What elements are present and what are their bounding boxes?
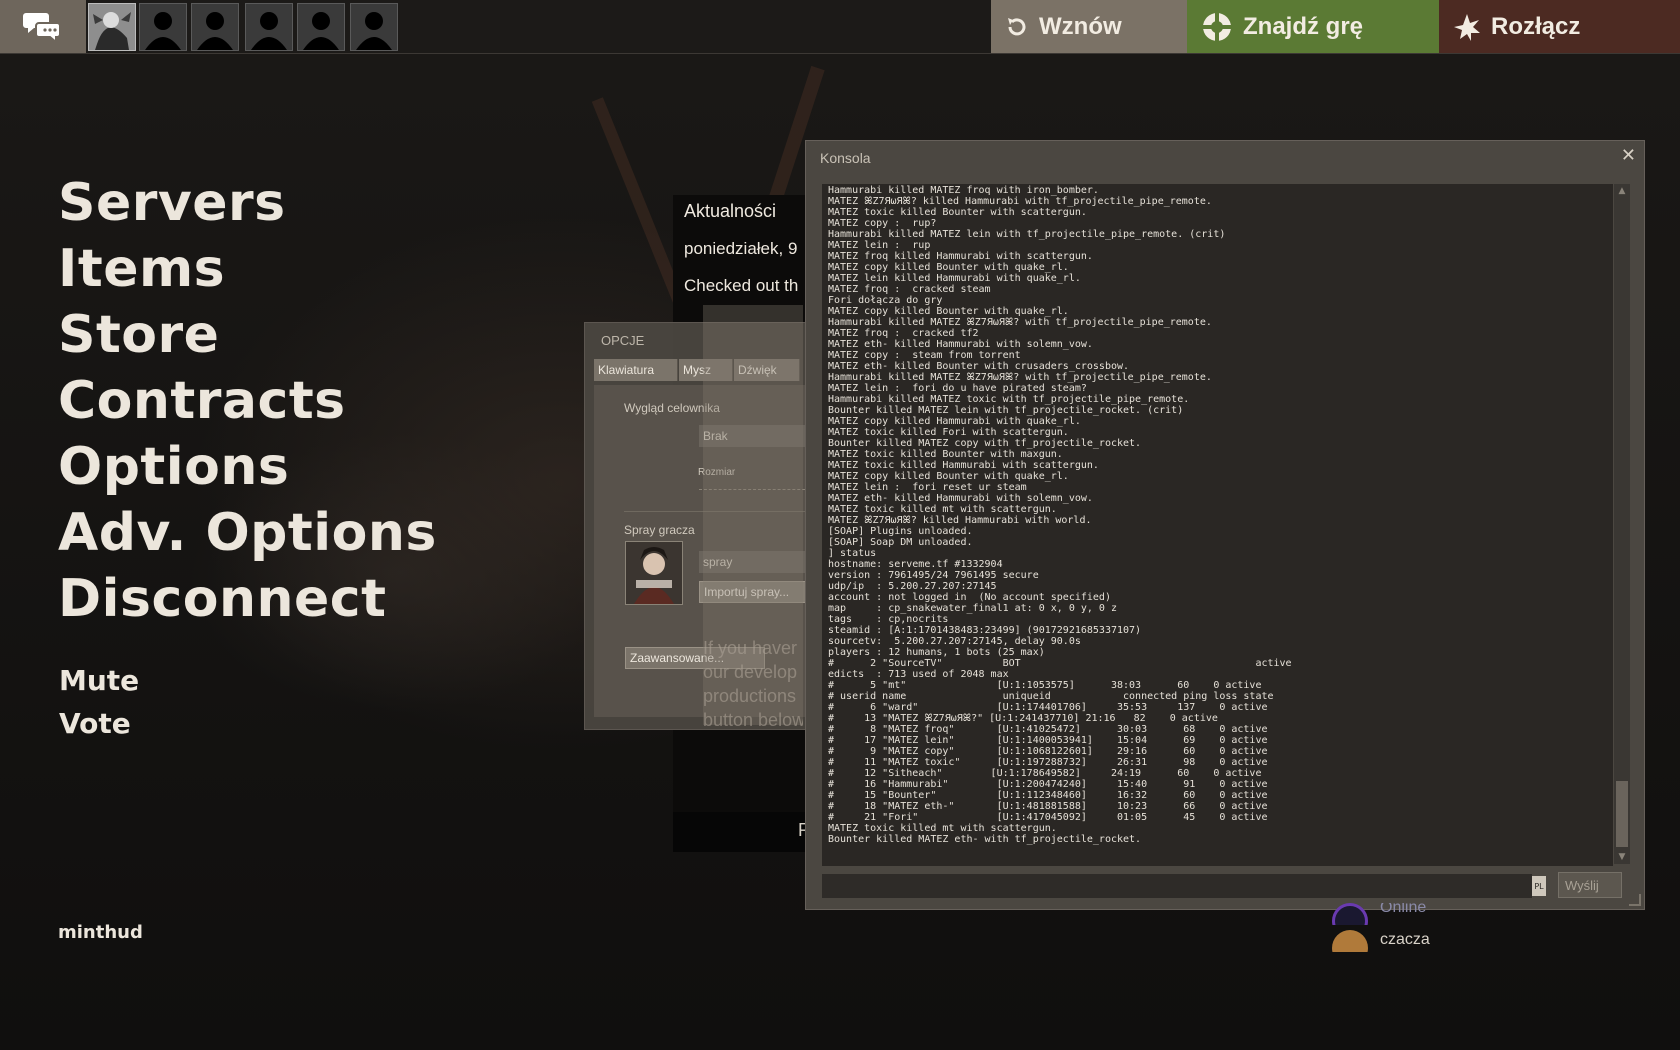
spray-preview	[625, 541, 683, 605]
console-window: Konsola ✕ Hammurabi killed MATEZ froq wi…	[805, 140, 1645, 910]
news-headline[interactable]: Checked out th	[684, 276, 798, 296]
friend-name: czacza	[1380, 931, 1430, 948]
party-slot-empty[interactable]	[139, 3, 187, 51]
person-silhouette-icon	[251, 12, 287, 50]
spray-label: Spray gracza	[624, 523, 695, 537]
scroll-down-icon[interactable]: ▼	[1614, 850, 1630, 864]
overlay-ghost-text: If you haver our develop productions but…	[703, 636, 803, 732]
tab-keyboard-label: Klawiatura	[598, 363, 655, 377]
resume-icon	[1005, 15, 1029, 39]
menu-adv-options[interactable]: Adv. Options	[58, 500, 437, 566]
ghost-line: button below	[703, 710, 803, 730]
news-date: poniedziałek, 9	[684, 239, 798, 258]
close-icon[interactable]: ✕	[1621, 145, 1636, 166]
console-log-text: Hammurabi killed MATEZ froq with iron_bo…	[828, 185, 1292, 845]
tab-keyboard[interactable]: Klawiatura	[594, 359, 678, 381]
hud-name-label: minthud	[58, 922, 143, 943]
party-slot-empty[interactable]	[297, 3, 345, 51]
console-input[interactable]	[822, 874, 1532, 898]
menu-store[interactable]: Store	[58, 302, 437, 368]
mute-button[interactable]: Mute	[59, 664, 139, 697]
avatar-self[interactable]	[88, 3, 136, 51]
friend-avatar	[1332, 903, 1368, 925]
vote-button[interactable]: Vote	[59, 707, 131, 740]
console-scrollbar[interactable]: ▲ ▼	[1614, 184, 1630, 864]
console-log[interactable]: Hammurabi killed MATEZ froq with iron_bo…	[822, 184, 1613, 866]
tf2-logo-icon	[1201, 11, 1233, 43]
spray-image	[626, 542, 682, 604]
options-title: OPCJE	[601, 333, 645, 348]
resume-label: Wznów	[1039, 12, 1122, 40]
news-title: Aktualności	[684, 201, 777, 221]
friend-item[interactable]: czacza	[1332, 930, 1632, 952]
menu-contracts[interactable]: Contracts	[58, 368, 437, 434]
scroll-up-icon[interactable]: ▲	[1614, 184, 1630, 198]
chat-button[interactable]	[0, 0, 86, 53]
person-silhouette-icon	[303, 12, 339, 50]
menu-items[interactable]: Items	[58, 236, 437, 302]
party-slot-empty[interactable]	[245, 3, 293, 51]
friend-item[interactable]: Online	[1332, 903, 1632, 925]
chat-bubbles-icon	[23, 12, 61, 44]
friend-status: Online	[1380, 903, 1427, 916]
scrollbar-thumb[interactable]	[1616, 781, 1628, 847]
disconnect-burst-icon	[1453, 13, 1481, 41]
menu-servers[interactable]: Servers	[58, 170, 437, 236]
person-silhouette-icon	[356, 12, 392, 50]
menu-options[interactable]: Options	[58, 434, 437, 500]
language-badge: PL	[1532, 876, 1546, 896]
menu-disconnect[interactable]: Disconnect	[58, 566, 437, 632]
find-game-button[interactable]: Znajdź grę	[1187, 0, 1439, 53]
ghost-line: productions	[703, 686, 797, 706]
find-game-label: Znajdź grę	[1243, 12, 1364, 40]
send-button[interactable]: Wyślij	[1558, 872, 1622, 898]
send-label: Wyślij	[1565, 877, 1599, 893]
person-silhouette-icon	[197, 12, 233, 50]
top-bar: Wznów Znajdź grę Rozłącz	[0, 0, 1680, 54]
disconnect-top-label: Rozłącz	[1491, 12, 1581, 40]
party-slot-empty[interactable]	[191, 3, 239, 51]
ghost-line: our develop	[703, 662, 798, 682]
console-title: Konsola	[820, 150, 871, 166]
friend-avatar	[1332, 930, 1368, 952]
person-silhouette-icon	[145, 12, 181, 50]
disconnect-top-button[interactable]: Rozłącz	[1439, 0, 1680, 53]
main-menu: Servers Items Store Contracts Options Ad…	[58, 170, 437, 632]
language-badge-label: PL	[1534, 881, 1544, 891]
party-slot-empty[interactable]	[350, 3, 398, 51]
resume-button[interactable]: Wznów	[991, 0, 1187, 53]
ghost-line: If you haver	[703, 638, 798, 658]
player-avatar-image	[89, 4, 135, 50]
